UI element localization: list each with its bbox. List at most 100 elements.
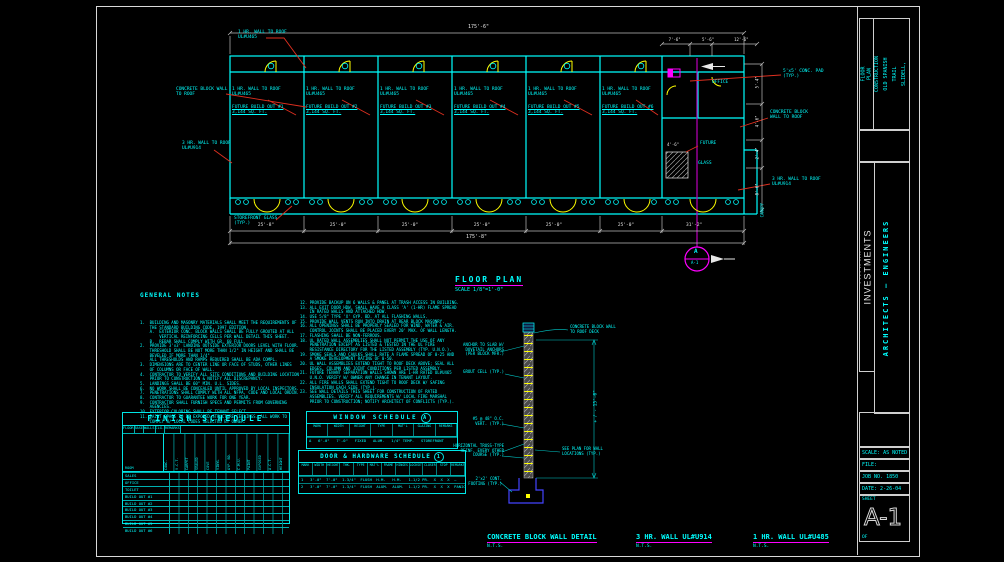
list-item: BASE	[135, 426, 144, 433]
list-item: C.M.U.	[237, 434, 247, 471]
door-schedule-title: DOOR & HARDWARE SCHEDULE1	[299, 451, 465, 463]
door-schedule: DOOR & HARDWARE SCHEDULE1 MARKWIDTHHEIGH…	[298, 450, 466, 494]
titleblock-scale: SCALE: AS NOTED	[860, 450, 907, 456]
unit-5: 1 HR. WALL TO ROOF UL#U465 FUTURE BUILD …	[528, 87, 596, 115]
window-schedule-columns: MARKWIDTHHEIGHTTYPEMAT'LGLAZINGREMARKS	[307, 424, 457, 437]
list-item: VINYL	[216, 434, 226, 471]
cad-sheet-view: 1 HR. WALL TO ROOF UL#U465 CONCRETE BLOC…	[0, 0, 1004, 562]
list-item: THK.	[340, 463, 354, 475]
list-item: STOP	[437, 463, 451, 475]
titleblock-sheet-label: SHEET	[862, 497, 876, 502]
detail-height-dim: + / - 15'-0"	[593, 383, 598, 423]
finish-room-header: ROOM	[123, 434, 164, 471]
dim-right-4: 8'-6"	[756, 183, 761, 195]
list-item: HEIGHT	[279, 434, 289, 471]
titleblock-owner: HIRAM INVESTMENTS LLC	[859, 229, 875, 304]
titleblock-project: FLOOR PLAN	[861, 66, 873, 81]
general-notes-title: GENERAL NOTES	[140, 292, 298, 299]
label-canopy: CANOPY	[761, 187, 766, 217]
caption-1-title: CONCRETE BLOCK WALL DETAIL	[487, 533, 597, 543]
caption-3-sub: N.T.S.	[753, 544, 829, 549]
window-schedule-title-text: WINDOW SCHEDULE	[333, 414, 417, 421]
list-item: A.C.T.	[268, 434, 278, 471]
unit-area: 3,144 SQ. FT.	[454, 110, 522, 115]
list-item: 12'-6"	[725, 37, 758, 42]
list-item: 2 3'-0" 7'-0" 1-3/4" FLUSH ALUM. ALUM. 1…	[299, 483, 465, 490]
list-item: 25'-0"	[302, 223, 374, 228]
dim-right-section: 31'-2"	[686, 223, 702, 228]
unit-area: 3,144 SQ. FT.	[528, 110, 596, 115]
dim-overall-bottom: 175'-8"	[466, 235, 487, 241]
titleblock-empty-box-1	[859, 130, 910, 162]
list-item: CLG.	[156, 426, 165, 433]
unit-wall-note: 1 HR. WALL TO ROOF UL#U465	[380, 87, 448, 98]
list-item: REMARKS	[436, 424, 457, 436]
unit-area: 3,144 SQ. FT.	[380, 110, 448, 115]
caption-2-sub: N.T.S.	[636, 544, 712, 549]
dim-right-3: 2'-4"	[756, 147, 761, 159]
finish-schedule: FINISH SCHEDULE FLOORBASEWALLSCLG.REMARK…	[122, 412, 290, 524]
caption-1-sub: N.T.S.	[487, 544, 597, 549]
titleblock-firm-type: ARCHITECTS — ENGINEERS	[882, 181, 890, 395]
detail-label-footing: 2'x2' CONT. FOOTING (TYP.)	[462, 477, 502, 486]
titleblock-date-box: DATE: 2-26-04	[859, 483, 910, 495]
unit-wall-note: 1 HR. WALL TO ROOF UL#U465	[454, 87, 522, 98]
unit-wall-note: 1 HR. WALL TO ROOF UL#U465	[602, 87, 660, 98]
list-item: BUILD OUT #1	[123, 493, 289, 500]
list-item: BUILD OUT #2	[123, 500, 289, 507]
label-right-3hr-wall: 3 HR. WALL TO ROOF UL#U914	[772, 177, 828, 188]
label-conc-pad: 5'x5' CONC. PAD (TYP.)	[783, 69, 835, 80]
dim-overall-top: 175'-6"	[468, 25, 489, 31]
list-item: V.C.T.	[175, 434, 185, 471]
caption-3-title: 1 HR. WALL UL#U485	[753, 533, 829, 543]
finish-room-header-text: ROOM	[125, 466, 133, 470]
list-item: 5'-6"	[691, 37, 724, 42]
list-item: BUILD OUT #5	[123, 520, 289, 527]
door-schedule-columns: MARKWIDTHHEIGHTTHK.TYPEMAT'LFRAMEHINGESL…	[299, 463, 465, 476]
list-item: TYPE	[354, 463, 368, 475]
titleblock-sheet-number: A-1	[864, 505, 902, 531]
titleblock-file: FILE:	[860, 462, 877, 468]
list-item: 25'-0"	[590, 223, 662, 228]
list-item: REMARKS	[165, 426, 181, 433]
list-item: BUILD OUT #3	[123, 506, 289, 513]
unit-4: 1 HR. WALL TO ROOF UL#U465 FUTURE BUILD …	[454, 87, 522, 115]
titleblock-client: KOSTMAYER CONSTRUCTION OLD SPANISH TRAIL…	[873, 56, 910, 92]
titleblock-firm-address: GAUSE BLVD., STE. 100 — SLIDELL, LOUISIA…	[909, 181, 910, 395]
detail-label-top-right: CONCRETE BLOCK WALL TO ROOF DECK	[570, 325, 626, 334]
finish-columns: CONC.V.C.T.CARPETSEALEDCOVEVINYLGYP. BD.…	[164, 434, 289, 471]
notes-list-1: 1. BUILDING AND MASONRY MATERIALS SHALL …	[140, 321, 298, 424]
list-item: SALES	[123, 472, 289, 479]
list-item: GYP. BD.	[227, 434, 237, 471]
general-notes-col2: 12. PROVIDE BACKUP ON 6 WALLS & PANEL AT…	[300, 282, 478, 423]
unit-area: 3,144 SQ. FT.	[306, 110, 374, 115]
label-left-3hr-wall: 3 HR. WALL TO ROOF UL#U914	[182, 141, 238, 152]
list-item: 25'-8"	[230, 223, 302, 228]
finish-rows: SALESOFFICETOILETBUILD OUT #1BUILD OUT #…	[123, 472, 289, 534]
titleblock-empty-box-2	[859, 412, 910, 447]
list-item: PRIOR TO CONSTRUCTION; NOTIFY ARCHITECT …	[300, 400, 478, 405]
detail-label-grout: GROUT CELL (TYP.)	[458, 370, 504, 375]
section-marker-sheet: A-1	[691, 261, 698, 266]
list-item: WIDTH	[313, 463, 327, 475]
window-schedule-rows: A 6'-0" 7'-0" FIXED ALUM. 1/4" TEMP. STO…	[307, 437, 457, 444]
list-item: BUILD OUT #4	[123, 513, 289, 520]
detail-label-horiz-reinf: HORIZONTAL TRUSS-TYPE REINF. EVERY OTHER…	[450, 444, 504, 458]
list-item: GLAZING	[414, 424, 435, 436]
label-future: FUTURE	[700, 141, 716, 146]
titleblock-sheet-box: SHEET A-1 OF	[859, 495, 910, 542]
window-schedule-mark: A	[421, 413, 431, 423]
unit-area: 3,144 SQ. FT.	[232, 110, 300, 115]
list-item: SEALED	[195, 434, 205, 471]
unit-wall-note: 1 HR. WALL TO ROOF UL#U465	[232, 87, 300, 98]
detail-label-mid-right: SEE PLAN FOR WALL LOCATIONS (TYP.)	[562, 447, 614, 456]
unit-6: 1 HR. WALL TO ROOF UL#U465 FUTURE BUILD …	[602, 87, 660, 115]
unit-2: 1 HR. WALL TO ROOF UL#U465 FUTURE BUILD …	[306, 87, 374, 115]
unit-wall-note: 1 HR. WALL TO ROOF UL#U465	[528, 87, 596, 98]
titleblock-job-box: JOB NO. 1850	[859, 471, 910, 483]
titleblock-job: JOB NO. 1850	[860, 474, 898, 480]
label-office: OFFICE	[712, 80, 728, 85]
wall-note-top-left: 1 HR. WALL TO ROOF UL#U465	[238, 30, 298, 41]
titleblock-divider	[857, 7, 858, 555]
list-item: HEIGHT	[327, 463, 341, 475]
